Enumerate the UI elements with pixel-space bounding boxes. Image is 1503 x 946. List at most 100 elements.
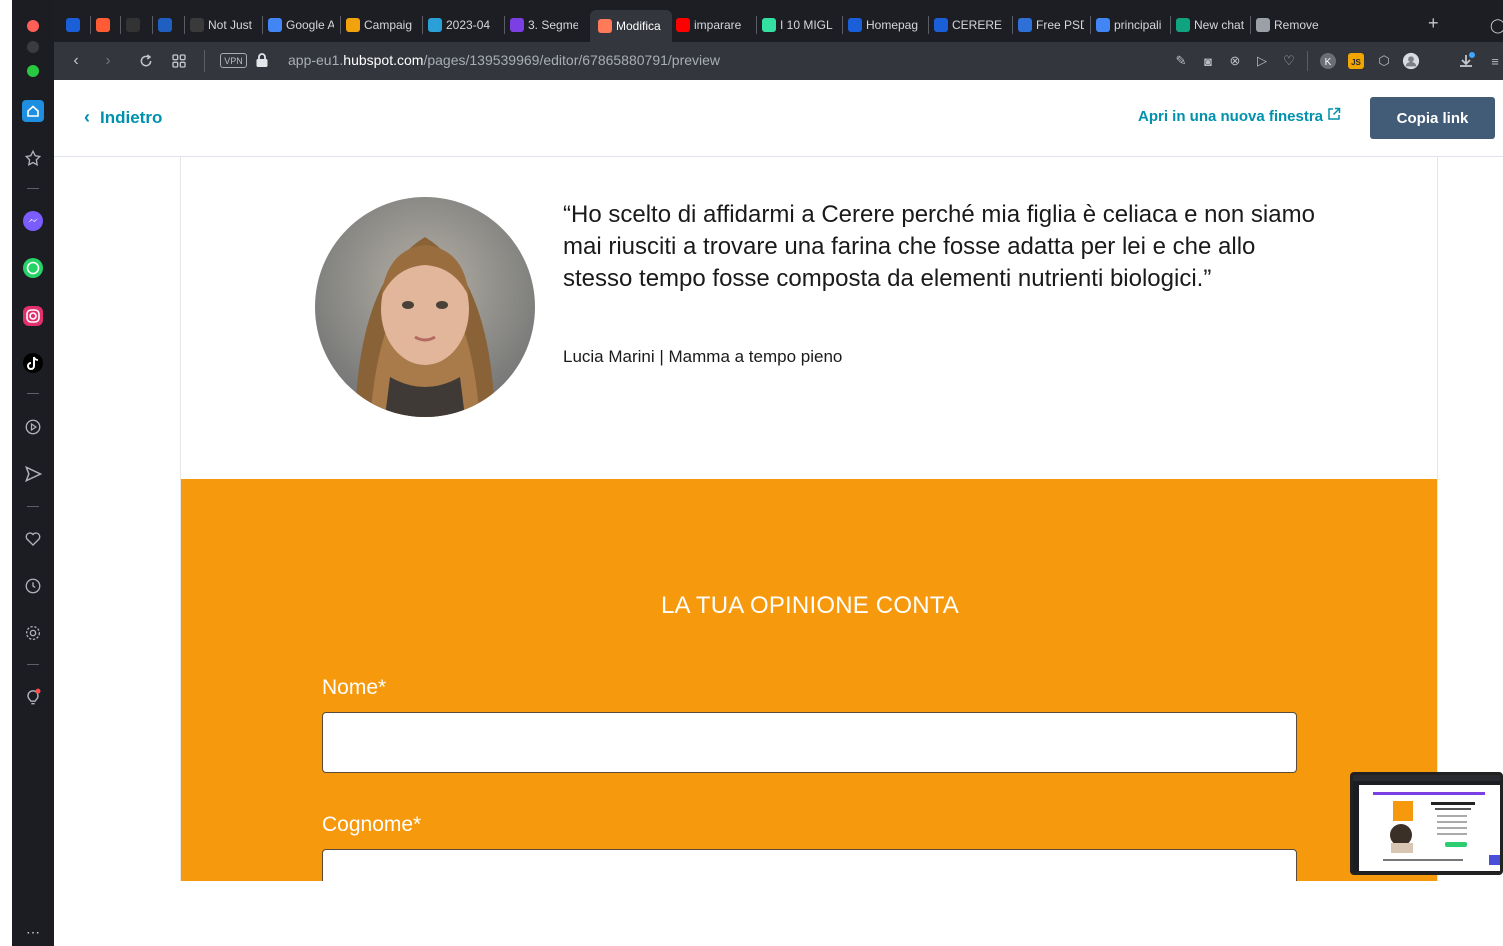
tab-label: Campaig <box>364 18 413 32</box>
tab-separator <box>90 16 91 34</box>
tab-separator <box>1170 16 1171 34</box>
instagram-icon[interactable] <box>21 304 45 328</box>
sidebar-divider <box>27 393 39 394</box>
new-tab-button[interactable]: + <box>1428 13 1439 33</box>
send-page-icon[interactable]: ▷ <box>1253 52 1271 70</box>
browser-tab[interactable] <box>96 15 114 35</box>
tab-separator <box>504 16 505 34</box>
extensions-cube-icon[interactable]: ⬡ <box>1375 52 1393 70</box>
copy-link-button[interactable]: Copia link <box>1370 97 1495 139</box>
search-tabs-icon[interactable]: ◯ <box>1490 15 1503 35</box>
whatsapp-icon[interactable] <box>21 256 45 280</box>
browser-tab[interactable]: New chat <box>1176 15 1244 35</box>
settings-gear-icon[interactable] <box>21 621 45 645</box>
browser-tab[interactable] <box>158 15 178 35</box>
tab-favicon-icon <box>1096 18 1110 32</box>
minimize-window-button[interactable] <box>27 41 39 53</box>
browser-tab[interactable] <box>66 15 84 35</box>
svg-text:JS: JS <box>1351 58 1361 67</box>
tab-label: 3. Segme <box>528 18 578 32</box>
home-icon[interactable] <box>21 99 45 123</box>
block-icon[interactable]: ⊗ <box>1226 52 1244 70</box>
messenger-icon[interactable] <box>21 209 45 233</box>
lightbulb-icon[interactable] <box>21 685 45 709</box>
back-link[interactable]: ‹ Indietro <box>84 107 162 128</box>
address-divider <box>204 50 205 72</box>
tab-label: CERERE <box>952 18 1003 32</box>
last-name-field[interactable] <box>322 849 1297 881</box>
browser-tab[interactable] <box>126 15 146 35</box>
tab-label: Free PSD <box>1036 18 1084 32</box>
tab-separator <box>152 16 153 34</box>
browser-tab[interactable]: Not Just <box>190 15 256 35</box>
svg-text:K: K <box>1325 57 1332 68</box>
bookmarks-icon[interactable] <box>21 146 45 170</box>
edit-icon[interactable]: ✎ <box>1172 52 1190 70</box>
tab-separator <box>1250 16 1251 34</box>
close-window-button[interactable] <box>27 20 39 32</box>
testimonial-quote: “Ho scelto di affidarmi a Cerere perché … <box>563 201 1315 292</box>
tab-favicon-icon <box>96 18 110 32</box>
open-new-window-label: Apri in una nuova finestra <box>1138 107 1324 125</box>
back-link-label: Indietro <box>100 107 163 127</box>
desktop-edge <box>0 0 12 946</box>
tab-favicon-icon <box>1256 18 1270 32</box>
back-icon[interactable]: ‹ <box>66 51 86 71</box>
browser-tab[interactable]: 2023-04 <box>428 15 498 35</box>
preview-header: ‹ Indietro Apri in una nuova finestra Co… <box>54 80 1503 157</box>
maximize-window-button[interactable] <box>27 65 39 77</box>
forward-icon[interactable]: › <box>98 51 118 71</box>
browser-tab[interactable]: CERERE <box>934 15 1006 35</box>
tab-favicon-icon <box>1018 18 1032 32</box>
tab-favicon-icon <box>190 18 204 32</box>
browser-tab[interactable]: Google A <box>268 15 334 35</box>
tab-separator <box>262 16 263 34</box>
k-extension-icon[interactable]: K <box>1319 52 1337 70</box>
profile-avatar-icon[interactable] <box>1402 52 1420 70</box>
tab-favicon-icon <box>126 18 140 32</box>
history-icon[interactable] <box>21 574 45 598</box>
browser-tab[interactable]: principali <box>1096 15 1164 35</box>
vpn-badge[interactable]: VPN <box>220 53 247 68</box>
reload-icon[interactable] <box>136 51 156 71</box>
tiktok-icon[interactable] <box>21 351 45 375</box>
browser-tab[interactable]: imparare <box>676 15 750 35</box>
tab-label: imparare <box>694 18 742 32</box>
favorite-icon[interactable]: ♡ <box>1280 52 1298 70</box>
browser-tab[interactable]: Free PSD <box>1018 15 1084 35</box>
heart-icon[interactable] <box>21 527 45 551</box>
tab-label: Homepag <box>866 18 919 32</box>
browser-tab[interactable]: 3. Segme <box>510 15 578 35</box>
url-field[interactable]: app-eu1.hubspot.com/pages/139539969/edit… <box>288 52 720 68</box>
landing-page: “Ho scelto di affidarmi a Cerere perché … <box>180 157 1438 881</box>
tab-favicon-icon <box>848 18 862 32</box>
tab-label: Modifica <box>616 19 661 33</box>
first-name-label: Nome* <box>322 676 387 699</box>
tab-label: I 10 MIGL <box>780 18 833 32</box>
tab-favicon-icon <box>158 18 172 32</box>
testimonial-photo <box>315 197 535 417</box>
browser-tab[interactable]: Remove <box>1256 15 1332 35</box>
tab-favicon-icon <box>268 18 282 32</box>
testimonial-author: Lucia Marini | Mamma a tempo pieno <box>563 347 843 366</box>
lock-icon[interactable] <box>255 52 269 68</box>
tab-separator <box>928 16 929 34</box>
tab-grid-icon[interactable] <box>169 51 189 71</box>
player-icon[interactable] <box>21 415 45 439</box>
browser-tab[interactable]: Campaig <box>346 15 416 35</box>
more-icon[interactable]: ⋯ <box>21 920 45 944</box>
first-name-field[interactable] <box>322 712 1297 773</box>
screen: ⋯ Not Just Google A Campaig 2023-04 3. Segme… <box>0 0 1503 946</box>
camera-icon[interactable]: ◙ <box>1199 52 1217 70</box>
tab-separator <box>120 16 121 34</box>
browser-tab[interactable]: I 10 MIGL <box>762 15 836 35</box>
tab-label: Not Just <box>208 18 253 32</box>
screenshot-thumbnail[interactable] <box>1350 772 1503 875</box>
browser-tab[interactable]: Homepag <box>848 15 922 35</box>
send-icon[interactable] <box>21 462 45 486</box>
browser-tab[interactable]: Modifica <box>590 10 672 42</box>
js-extension-icon[interactable]: JS <box>1347 52 1365 70</box>
download-icon[interactable] <box>1457 52 1475 70</box>
open-new-window-link[interactable]: Apri in una nuova finestra <box>1138 107 1341 125</box>
menu-icon[interactable]: ≡ <box>1486 52 1503 70</box>
